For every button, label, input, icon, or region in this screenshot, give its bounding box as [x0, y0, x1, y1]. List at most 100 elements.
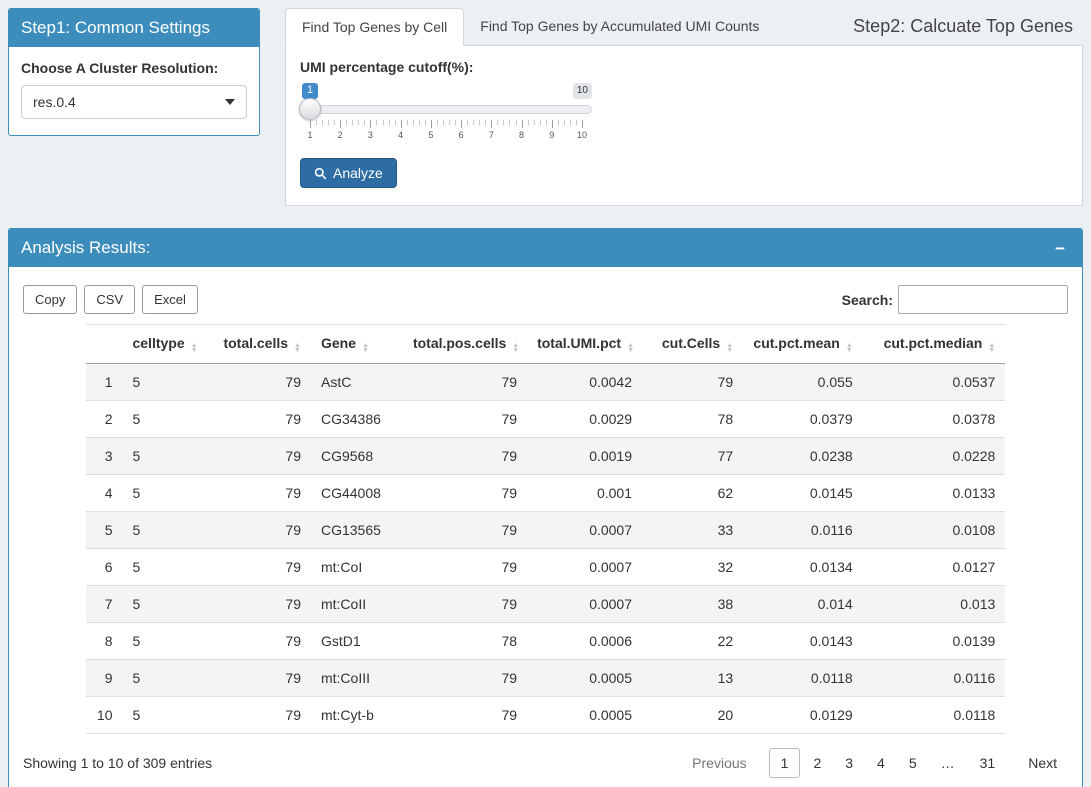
cell: 79	[403, 586, 527, 623]
cell: 0.0145	[743, 475, 863, 512]
slider-minor-tick	[419, 120, 420, 125]
column-header[interactable]: Gene▲▼	[311, 325, 403, 364]
cell: 0.0378	[863, 401, 1006, 438]
slider-tick	[340, 120, 341, 128]
column-header-label: cut.pct.median	[884, 335, 983, 351]
sort-icon: ▲▼	[191, 343, 198, 353]
table-row: 8579GstD1780.0006220.01430.0139	[86, 623, 1006, 660]
tab-content: UMI percentage cutoff(%): 1 10 123456789…	[285, 46, 1083, 206]
table-footer: Showing 1 to 10 of 309 entries Previous1…	[23, 748, 1068, 778]
collapse-icon[interactable]: −	[1050, 240, 1070, 257]
slider-tick	[582, 120, 583, 128]
cell: 78	[642, 401, 743, 438]
slider-tick-label: 4	[398, 130, 403, 140]
cell: 0.0007	[527, 549, 642, 586]
slider-minor-tick	[425, 120, 426, 125]
column-header[interactable]: cut.Cells ▲▼	[642, 325, 743, 364]
sort-down-arrow: ▼	[627, 348, 634, 353]
cell: 5	[122, 512, 209, 549]
next-button[interactable]: Next	[1017, 749, 1068, 777]
table-row: 5579CG13565790.0007330.01160.0108	[86, 512, 1006, 549]
slider-handle[interactable]	[299, 98, 321, 120]
page-4-button[interactable]: 4	[866, 749, 896, 777]
cell: 5	[122, 364, 209, 401]
column-header-label: celltype	[132, 335, 184, 351]
results-body: CopyCSVExcel Search: celltype▲▼total.cel…	[9, 267, 1082, 787]
column-header[interactable]: celltype ▲▼	[122, 325, 209, 364]
slider-minor-tick	[576, 120, 577, 125]
previous-button[interactable]: Previous	[681, 749, 757, 777]
slider-tick	[401, 120, 402, 128]
page: Step1: Common Settings Choose A Cluster …	[0, 0, 1091, 787]
page-31-button[interactable]: 31	[969, 749, 1007, 777]
excel-button[interactable]: Excel	[142, 285, 198, 314]
analyze-button[interactable]: Analyze	[300, 158, 397, 188]
cell: 1	[86, 364, 123, 401]
slider-tick	[552, 120, 553, 128]
page-1-button[interactable]: 1	[769, 748, 801, 778]
cell: CG13565	[311, 512, 403, 549]
cell: 0.013	[863, 586, 1006, 623]
column-header-label: total.cells	[223, 335, 288, 351]
page-2-button[interactable]: 2	[802, 749, 832, 777]
step2-title: Step2: Calcuate Top Genes	[843, 16, 1083, 37]
cell: 0.0005	[527, 697, 642, 734]
column-header-label: cut.Cells	[662, 335, 720, 351]
column-header[interactable]: cut.pct.median▲▼	[863, 325, 1006, 364]
cell: 0.0379	[743, 401, 863, 438]
cell: 0.0133	[863, 475, 1006, 512]
cell: 79	[403, 697, 527, 734]
slider-minor-tick	[509, 120, 510, 125]
cluster-resolution-value: res.0.4	[33, 94, 76, 110]
column-header[interactable]	[86, 325, 123, 364]
csv-button[interactable]: CSV	[84, 285, 135, 314]
cell: 2	[86, 401, 123, 438]
cell: 0.001	[527, 475, 642, 512]
table-row: 1579AstC790.0042790.0550.0537	[86, 364, 1006, 401]
pagination: Previous12345…31Next	[681, 748, 1068, 778]
slider-tick	[431, 120, 432, 128]
column-header[interactable]: total.UMI.pct▲▼	[527, 325, 642, 364]
column-header[interactable]: total.pos.cells▲▼	[403, 325, 527, 364]
cell: 79	[210, 364, 311, 401]
slider-minor-tick	[540, 120, 541, 125]
search-input[interactable]	[898, 285, 1068, 314]
cell: 79	[210, 586, 311, 623]
slider-tick-label: 6	[459, 130, 464, 140]
tab[interactable]: Find Top Genes by Accumulated UMI Counts	[464, 8, 775, 46]
page-3-button[interactable]: 3	[834, 749, 864, 777]
slider-minor-tick	[407, 120, 408, 125]
slider-tick-label: 7	[489, 130, 494, 140]
table-row: 2579CG34386790.0029780.03790.0378	[86, 401, 1006, 438]
step1-panel: Step1: Common Settings Choose A Cluster …	[8, 8, 260, 136]
slider-track[interactable]	[300, 105, 592, 114]
sort-down-arrow: ▼	[846, 348, 853, 353]
sort-down-arrow: ▼	[988, 348, 995, 353]
slider-minor-tick	[503, 120, 504, 125]
slider-minor-tick	[395, 120, 396, 125]
slider-minor-tick	[546, 120, 547, 125]
cell: 79	[403, 512, 527, 549]
cell: 79	[210, 475, 311, 512]
slider-minor-tick	[455, 120, 456, 125]
tab[interactable]: Find Top Genes by Cell	[285, 8, 464, 46]
table-row: 3579CG9568790.0019770.02380.0228	[86, 438, 1006, 475]
column-header-label: cut.pct.mean	[753, 335, 839, 351]
cell: 79	[210, 623, 311, 660]
column-header[interactable]: cut.pct.mean ▲▼	[743, 325, 863, 364]
column-header[interactable]: total.cells▲▼	[210, 325, 311, 364]
slider-tick-label: 2	[338, 130, 343, 140]
slider-minor-tick	[467, 120, 468, 125]
copy-button[interactable]: Copy	[23, 285, 77, 314]
results-header: Analysis Results: −	[9, 229, 1082, 267]
column-header-label: total.UMI.pct	[537, 335, 621, 351]
cluster-resolution-select[interactable]: res.0.4	[21, 85, 247, 119]
page-5-button[interactable]: 5	[898, 749, 928, 777]
slider-tick-label: 1	[307, 130, 312, 140]
cell: 5	[122, 549, 209, 586]
sort-icon: ▲▼	[726, 343, 733, 353]
cell: 62	[642, 475, 743, 512]
sort-icon: ▲▼	[846, 343, 853, 353]
cell: 0.0127	[863, 549, 1006, 586]
table-row: 6579mt:CoI790.0007320.01340.0127	[86, 549, 1006, 586]
